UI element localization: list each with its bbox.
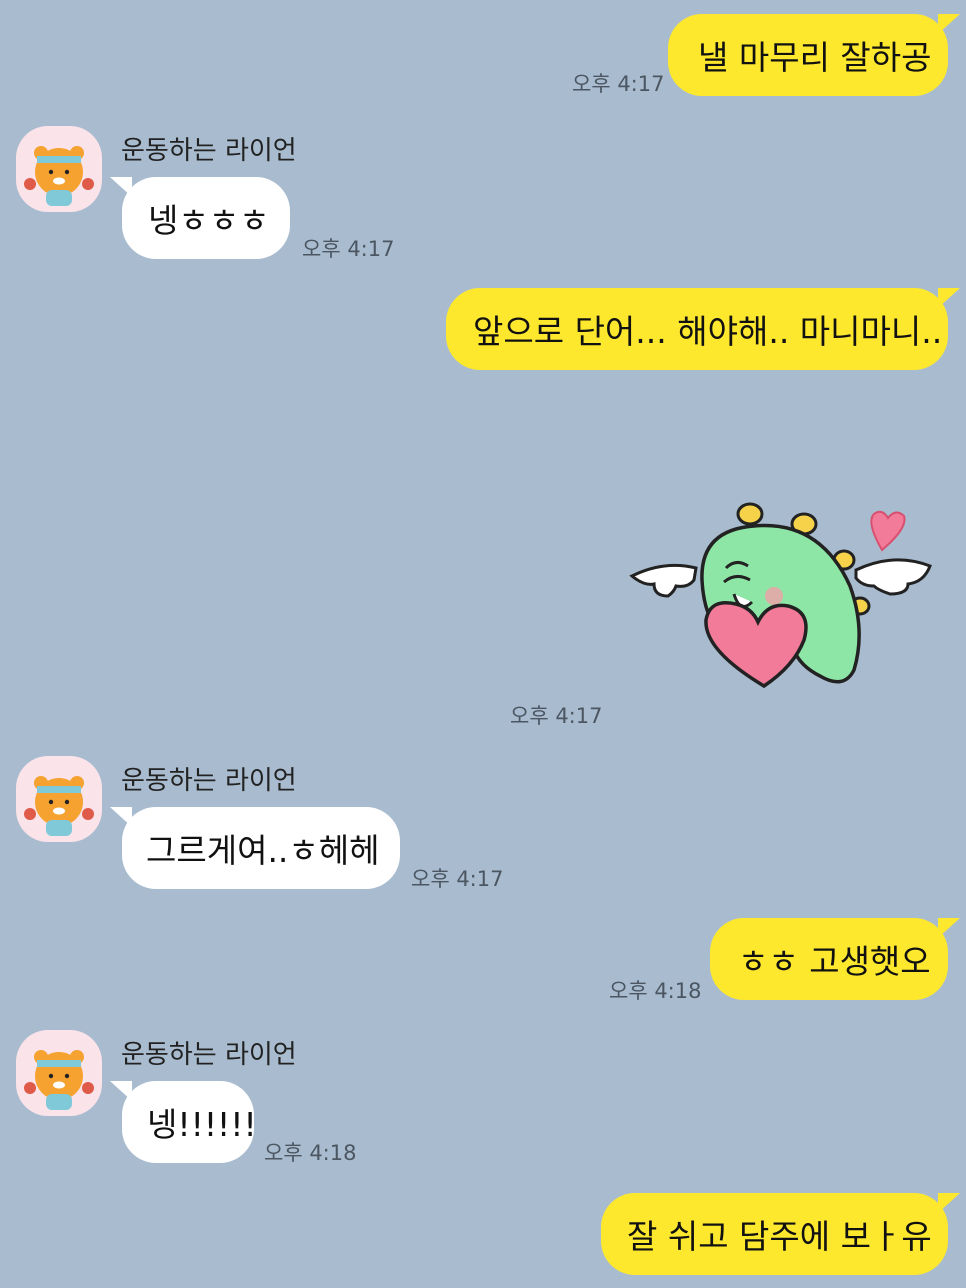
message-bubble-mine[interactable]: 앞으로 단어... 해야해.. 마니마니.. bbox=[446, 288, 960, 370]
contact-name: 운동하는 라이언 bbox=[121, 766, 297, 796]
contact-name: 운동하는 라이언 bbox=[121, 136, 297, 166]
bubble-tail bbox=[110, 1081, 132, 1101]
bubble-tail bbox=[110, 807, 132, 827]
message-text: ㅎㅎ 고생햇오 bbox=[738, 942, 931, 981]
message-text: 앞으로 단어... 해야해.. 마니마니.. bbox=[473, 312, 943, 351]
ryan-avatar-icon bbox=[24, 146, 94, 206]
chat-screen: { "contact": { "name": "운동하는 라이언" }, "me… bbox=[0, 0, 966, 1288]
message-time: 오후 4:18 bbox=[264, 1141, 357, 1165]
message-text: 그르게여..ㅎ헤헤 bbox=[146, 831, 380, 870]
bubble-tail bbox=[938, 14, 960, 34]
message-time: 오후 4:17 bbox=[572, 72, 665, 96]
message-time: 오후 4:18 bbox=[609, 979, 702, 1003]
message-bubble-theirs[interactable]: 그르게여..ㅎ헤헤 bbox=[110, 807, 400, 889]
message-time: 오후 4:17 bbox=[411, 867, 504, 891]
bubble-tail bbox=[938, 918, 960, 938]
ryan-avatar-icon bbox=[24, 1050, 94, 1110]
message-bubble-theirs[interactable]: 넹ㅎㅎㅎ bbox=[110, 177, 290, 259]
message-bubble-mine[interactable]: 잘 쉬고 담주에 보ㅏ유 bbox=[601, 1193, 960, 1275]
contact-avatar[interactable] bbox=[16, 1030, 102, 1116]
green-dino-angel-heart-sticker-icon bbox=[629, 502, 932, 689]
bubble-tail bbox=[110, 177, 132, 197]
message-time: 오후 4:17 bbox=[302, 237, 395, 261]
message-time: 오후 4:17 bbox=[510, 704, 603, 728]
bubble-tail bbox=[938, 1193, 960, 1213]
message-text: 잘 쉬고 담주에 보ㅏ유 bbox=[627, 1217, 932, 1256]
contact-avatar[interactable] bbox=[16, 126, 102, 212]
contact-avatar[interactable] bbox=[16, 756, 102, 842]
message-text: 넹!!!!!! bbox=[147, 1105, 257, 1144]
message-bubble-mine[interactable]: 낼 마무리 잘하공 bbox=[668, 14, 960, 96]
bubble-tail bbox=[938, 288, 960, 308]
contact-name: 운동하는 라이언 bbox=[121, 1040, 297, 1070]
message-text: 낼 마무리 잘하공 bbox=[698, 38, 932, 77]
sticker-message[interactable] bbox=[624, 490, 942, 690]
message-bubble-mine[interactable]: ㅎㅎ 고생햇오 bbox=[710, 918, 960, 1000]
ryan-avatar-icon bbox=[24, 776, 94, 836]
message-bubble-theirs[interactable]: 넹!!!!!! bbox=[110, 1081, 257, 1163]
message-text: 넹ㅎㅎㅎ bbox=[148, 201, 270, 240]
